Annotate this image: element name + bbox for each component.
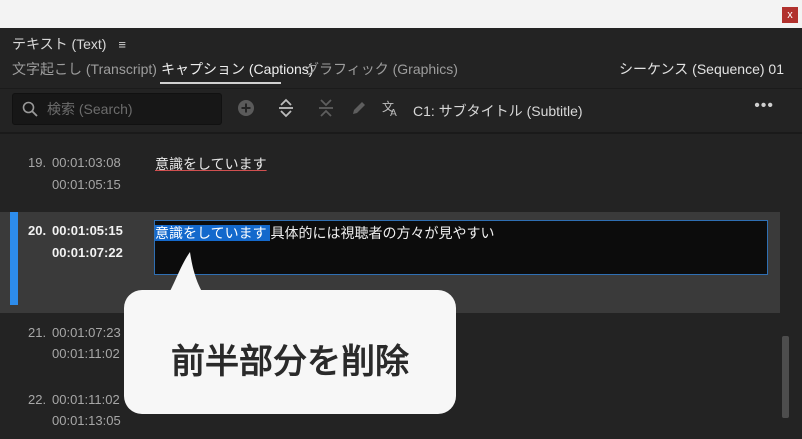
tab-captions[interactable]: キャプション (Captions) (161, 59, 313, 79)
caption-end-time: 00:01:07:22 (52, 245, 123, 260)
caption-end-time: 00:01:11:02 (52, 346, 120, 361)
annotation-callout: 前半部分を削除 (124, 290, 456, 414)
svg-text:A: A (390, 108, 397, 118)
caption-text[interactable]: 意識をしています (155, 154, 267, 174)
caption-number: 19. (28, 155, 47, 170)
split-icon[interactable] (316, 98, 336, 118)
caption-row[interactable]: 19. 00:01:03:08 00:01:05:15 意識をしています (0, 134, 780, 212)
translate-icon[interactable]: 文 A (381, 98, 401, 118)
panel-title-label: テキスト (Text) (12, 36, 107, 52)
vertical-scrollbar[interactable] (782, 336, 789, 418)
search-icon (22, 101, 38, 117)
more-options-icon[interactable]: ••• (754, 97, 774, 115)
tab-transcript[interactable]: 文字起こし (Transcript) (12, 59, 157, 79)
caption-end-time: 00:01:13:05 (52, 413, 121, 428)
selected-text: 意識をしています (155, 225, 271, 241)
callout-text: 前半部分を削除 (171, 343, 409, 381)
caption-edit-field[interactable]: 意識をしています 具体的には視聴者の方々が見やすい (154, 220, 768, 275)
search-box[interactable] (12, 93, 222, 125)
sequence-label: シーケンス (Sequence) 01 (618, 61, 784, 77)
search-input[interactable] (45, 98, 219, 120)
caption-number: 22. (28, 392, 47, 407)
caption-start-time: 00:01:11:02 (52, 392, 120, 407)
active-tab-indicator (160, 82, 281, 84)
add-icon[interactable] (236, 98, 256, 118)
caption-number: 20. (28, 223, 47, 238)
panel-menu-icon[interactable]: ≡ (118, 37, 126, 52)
caption-edit-text[interactable]: 意識をしています 具体的には視聴者の方々が見やすい (155, 223, 494, 243)
caption-number: 21. (28, 325, 47, 340)
caption-start-time: 00:01:05:15 (52, 223, 123, 238)
merge-icon[interactable] (276, 98, 296, 118)
caption-start-time: 00:01:07:23 (52, 325, 121, 340)
caption-start-time: 00:01:03:08 (52, 155, 121, 170)
caption-end-time: 00:01:05:15 (52, 177, 121, 192)
tab-graphics[interactable]: グラフィック (Graphics) (305, 59, 458, 79)
selection-indicator (10, 212, 18, 305)
window-top-bar: x (0, 0, 802, 28)
divider (0, 88, 802, 89)
track-selector[interactable]: C1: サブタイトル (Subtitle) (413, 101, 583, 121)
close-button[interactable]: x (782, 7, 798, 23)
unselected-text: 具体的には視聴者の方々が見やすい (270, 225, 495, 241)
panel-title: テキスト (Text) ≡ (12, 34, 126, 54)
pencil-icon[interactable] (349, 98, 369, 118)
